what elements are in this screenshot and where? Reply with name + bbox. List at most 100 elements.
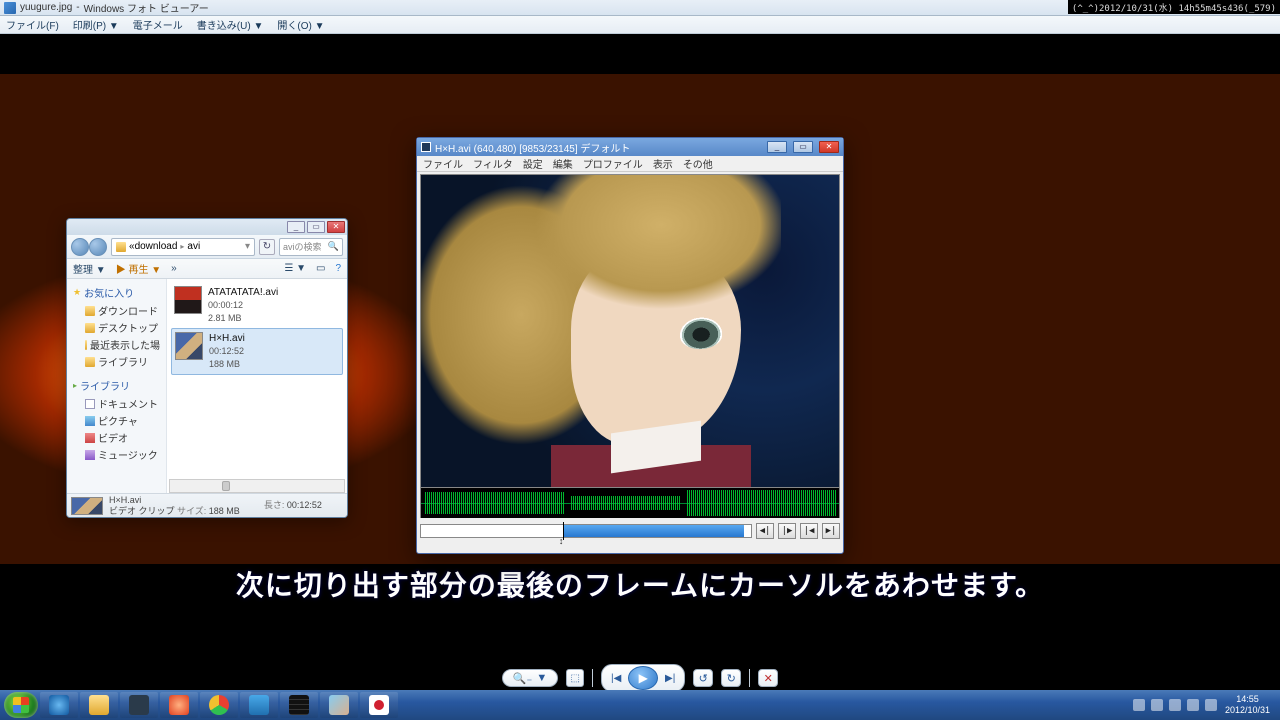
mark-in-button[interactable]: |◀ xyxy=(800,523,818,539)
organize-menu[interactable]: 整理 ▼ xyxy=(73,261,106,276)
explorer-file-list[interactable]: ATATATATA!.avi 00:00:12 2.81 MB H×H.avi … xyxy=(167,279,347,493)
refresh-button[interactable]: ↻ xyxy=(259,239,275,255)
sidebar-favorites-header[interactable]: お気に入り xyxy=(69,283,164,302)
explorer-window[interactable]: _ ▭ ✕ « download ▸ avi ▾ ↻ aviの検索 整理 ▼ ▶… xyxy=(66,218,348,518)
explorer-toolbar: 整理 ▼ ▶ 再生 ▼ » ☰ ▼ ▭ ? xyxy=(67,259,347,279)
explorer-status-bar: H×H.avi ビデオ クリップ サイズ: 188 MB 長さ: 00:12:5… xyxy=(67,493,347,517)
file-item[interactable]: ATATATATA!.avi 00:00:12 2.81 MB xyxy=(171,283,343,328)
taskbar[interactable]: 14:55 2012/10/31 xyxy=(0,690,1280,720)
start-button[interactable] xyxy=(4,692,38,718)
menu-burn[interactable]: 書き込み(U) ▼ xyxy=(197,17,264,32)
photo-viewer-menubar: ファイル(F) 印刷(P) ▼ 電子メール 書き込み(U) ▼ 開く(O) ▼ xyxy=(0,16,1280,34)
explorer-max-button[interactable]: ▭ xyxy=(307,221,325,233)
explorer-navbar: « download ▸ avi ▾ ↻ aviの検索 xyxy=(67,235,347,259)
sidebar-item-videos[interactable]: ビデオ xyxy=(69,429,164,446)
taskbar-photo-viewer[interactable] xyxy=(320,692,358,718)
rotate-left-button[interactable]: ↺ xyxy=(693,669,713,687)
rotate-right-button[interactable]: ↻ xyxy=(721,669,741,687)
sidebar-item-recent[interactable]: 最近表示した場 xyxy=(69,336,164,353)
fit-button[interactable]: ⬚ xyxy=(566,669,584,687)
explorer-min-button[interactable]: _ xyxy=(287,221,305,233)
menu-print[interactable]: 印刷(P) ▼ xyxy=(73,17,119,32)
search-input[interactable]: aviの検索 xyxy=(279,238,343,256)
tray-icon[interactable] xyxy=(1133,699,1145,711)
editor-menu-profile[interactable]: プロファイル xyxy=(583,156,643,171)
menu-open[interactable]: 開く(O) ▼ xyxy=(277,17,324,32)
preview-pane-button[interactable]: ▭ xyxy=(316,263,325,274)
editor-timeline-controls: ◀| |▶ |◀ ▶| xyxy=(420,522,840,540)
timeline-cursor[interactable] xyxy=(563,522,564,540)
taskbar-app-blue[interactable] xyxy=(240,692,278,718)
nav-back-button[interactable] xyxy=(71,238,89,256)
editor-menu-settings[interactable]: 設定 xyxy=(523,156,543,171)
system-tray[interactable] xyxy=(1133,699,1217,711)
editor-close-button[interactable]: ✕ xyxy=(819,141,839,153)
editor-menu-file[interactable]: ファイル xyxy=(423,156,463,171)
video-preview xyxy=(420,174,840,488)
play-slideshow-button[interactable]: ▶ xyxy=(628,666,658,690)
next-frame-button[interactable]: |▶ xyxy=(778,523,796,539)
taskbar-ie[interactable] xyxy=(40,692,78,718)
editor-menubar: ファイル フィルタ 設定 編集 プロファイル 表示 その他 xyxy=(417,156,843,172)
taskbar-ime[interactable] xyxy=(360,692,398,718)
editor-titlebar[interactable]: H×H.avi (640,480) [9853/23145] デフォルト _ ▭… xyxy=(417,138,843,156)
taskbar-aviutl[interactable] xyxy=(280,692,318,718)
horizontal-scrollbar[interactable] xyxy=(169,479,345,493)
timeline-seekbar[interactable] xyxy=(420,524,752,538)
editor-min-button[interactable]: _ xyxy=(767,141,787,153)
editor-max-button[interactable]: ▭ xyxy=(793,141,813,153)
subtitle-caption: 次に切り出す部分の最後のフレームにカーソルをあわせます。 xyxy=(0,564,1280,604)
prev-frame-button[interactable]: ◀| xyxy=(756,523,774,539)
video-editor-window[interactable]: H×H.avi (640,480) [9853/23145] デフォルト _ ▭… xyxy=(416,137,844,554)
taskbar-clock[interactable]: 14:55 2012/10/31 xyxy=(1219,694,1276,716)
address-bar[interactable]: « download ▸ avi ▾ xyxy=(111,238,255,256)
editor-menu-filter[interactable]: フィルタ xyxy=(473,156,513,171)
tray-icon[interactable] xyxy=(1151,699,1163,711)
sidebar-item-downloads[interactable]: ダウンロード xyxy=(69,302,164,319)
file-item[interactable]: H×H.avi 00:12:52 188 MB xyxy=(171,328,343,375)
sidebar-item-music[interactable]: ミュージック xyxy=(69,446,164,463)
slideshow-group: |◀ ▶ ▶| xyxy=(601,664,685,692)
editor-menu-other[interactable]: その他 xyxy=(683,156,713,171)
explorer-close-button[interactable]: ✕ xyxy=(327,221,345,233)
sidebar-item-documents[interactable]: ドキュメント xyxy=(69,395,164,412)
tray-icon[interactable] xyxy=(1187,699,1199,711)
video-thumbnail-icon xyxy=(175,332,203,360)
tray-icon[interactable] xyxy=(1169,699,1181,711)
photo-viewer-filename: yuugure.jpg xyxy=(20,2,72,13)
sidebar-item-desktop[interactable]: デスクトップ xyxy=(69,319,164,336)
status-thumbnail-icon xyxy=(71,497,103,515)
delete-button[interactable]: ✕ xyxy=(758,669,778,687)
menu-file[interactable]: ファイル(F) xyxy=(6,17,59,32)
taskbar-chrome[interactable] xyxy=(200,692,238,718)
tray-volume-icon[interactable] xyxy=(1205,699,1217,711)
sidebar-item-pictures[interactable]: ピクチャ xyxy=(69,412,164,429)
timeline-selection xyxy=(563,525,745,537)
photo-viewer-canvas: 次に切り出す部分の最後のフレームにカーソルをあわせます。 _ ▭ ✕ « dow… xyxy=(0,34,1280,654)
sidebar-libraries-header[interactable]: ライブラリ xyxy=(69,376,164,395)
next-image-button[interactable]: ▶| xyxy=(659,669,681,687)
menu-email[interactable]: 電子メール xyxy=(133,17,183,32)
photo-viewer-controls: 🔍₋▼ ⬚ |◀ ▶ ▶| ↺ ↻ ✕ xyxy=(0,666,1280,690)
photo-viewer-app-icon xyxy=(4,2,16,14)
sidebar-item-libraries-fav[interactable]: ライブラリ xyxy=(69,353,164,370)
photo-viewer-appname: Windows フォト ビューアー xyxy=(84,0,209,15)
editor-title-text: H×H.avi (640,480) [9853/23145] デフォルト xyxy=(435,140,630,155)
play-menu[interactable]: ▶ 再生 ▼ xyxy=(116,261,161,276)
prev-image-button[interactable]: |◀ xyxy=(605,669,627,687)
editor-menu-view[interactable]: 表示 xyxy=(653,156,673,171)
explorer-titlebar[interactable]: _ ▭ ✕ xyxy=(67,219,347,235)
nav-forward-button[interactable] xyxy=(89,238,107,256)
audio-waveform[interactable] xyxy=(420,488,840,518)
zoom-control[interactable]: 🔍₋▼ xyxy=(502,669,558,687)
toolbar-more[interactable]: » xyxy=(171,263,177,274)
taskbar-steam[interactable] xyxy=(120,692,158,718)
view-menu[interactable]: ☰ ▼ xyxy=(284,263,306,274)
explorer-sidebar: お気に入り ダウンロード デスクトップ 最近表示した場 ライブラリ ライブラリ … xyxy=(67,279,167,493)
taskbar-app-red[interactable] xyxy=(160,692,198,718)
recorder-overlay: (^_^)2012/10/31(水) 14h55m45s436(_579) xyxy=(1068,0,1280,14)
editor-menu-edit[interactable]: 編集 xyxy=(553,156,573,171)
help-button[interactable]: ? xyxy=(335,263,341,274)
taskbar-explorer[interactable] xyxy=(80,692,118,718)
mark-out-button[interactable]: ▶| xyxy=(822,523,840,539)
